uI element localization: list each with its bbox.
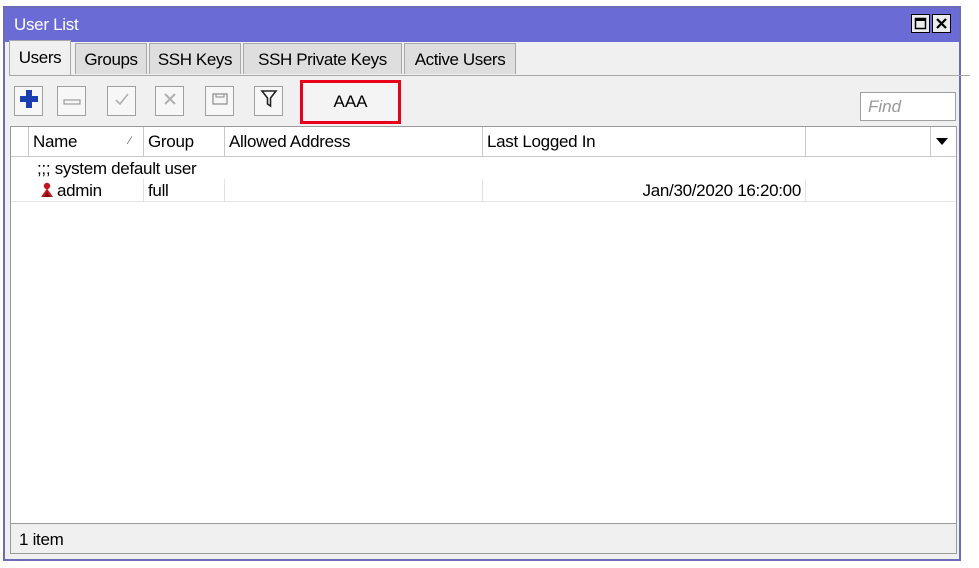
- column-header-extra[interactable]: [806, 127, 931, 156]
- comment-row[interactable]: ;;; system default user: [11, 157, 956, 179]
- group-cell: full: [144, 179, 225, 201]
- disable-button[interactable]: [155, 86, 184, 116]
- title-bar[interactable]: User List: [5, 8, 959, 42]
- find-input[interactable]: Find: [860, 92, 956, 121]
- column-header-name[interactable]: Name: [29, 127, 144, 156]
- column-header-allowed-address[interactable]: Allowed Address: [225, 127, 483, 156]
- maximize-icon[interactable]: [911, 14, 930, 33]
- filter-icon: [259, 89, 278, 114]
- last-logged-in-cell: Jan/30/2020 16:20:00: [483, 179, 806, 201]
- tab-ssh-keys[interactable]: SSH Keys: [149, 43, 241, 74]
- user-table: Name ∕ Group Allowed Address Last Logged…: [10, 126, 957, 524]
- window-title: User List: [14, 15, 79, 34]
- user-name-cell: admin: [29, 179, 144, 201]
- tab-divider: [9, 75, 970, 76]
- item-count: 1 item: [19, 530, 64, 549]
- status-bar: 1 item: [10, 524, 957, 554]
- comment-button[interactable]: [205, 86, 234, 116]
- comment-text: ;;; system default user: [37, 159, 197, 178]
- column-header-group[interactable]: Group: [144, 127, 225, 156]
- x-icon: [162, 91, 178, 112]
- enable-button[interactable]: [107, 86, 136, 116]
- tab-ssh-private-keys[interactable]: SSH Private Keys: [243, 43, 402, 74]
- user-icon: [39, 182, 55, 203]
- sort-indicator-icon: ∕: [129, 135, 131, 147]
- minus-icon: [63, 91, 81, 111]
- filter-button[interactable]: [254, 86, 283, 116]
- chevron-down-icon: [935, 132, 949, 151]
- comment-icon: [211, 91, 229, 112]
- extra-cell: [806, 179, 956, 201]
- column-header-last-logged-in[interactable]: Last Logged In: [483, 127, 806, 156]
- aaa-button[interactable]: AAA: [300, 80, 401, 124]
- add-button[interactable]: [14, 86, 43, 116]
- table-header: Name ∕ Group Allowed Address Last Logged…: [11, 127, 956, 157]
- check-icon: [114, 91, 130, 112]
- column-chooser-dropdown[interactable]: [931, 127, 956, 156]
- tab-users[interactable]: Users: [9, 40, 71, 76]
- close-icon[interactable]: [932, 14, 951, 33]
- table-row[interactable]: admin full Jan/30/2020 16:20:00: [11, 179, 956, 202]
- plus-icon: [19, 89, 39, 114]
- header-spacer: [11, 127, 29, 156]
- tab-groups[interactable]: Groups: [75, 43, 147, 74]
- remove-button[interactable]: [57, 86, 86, 116]
- tab-active-users[interactable]: Active Users: [404, 43, 516, 74]
- allowed-address-cell: [225, 179, 483, 201]
